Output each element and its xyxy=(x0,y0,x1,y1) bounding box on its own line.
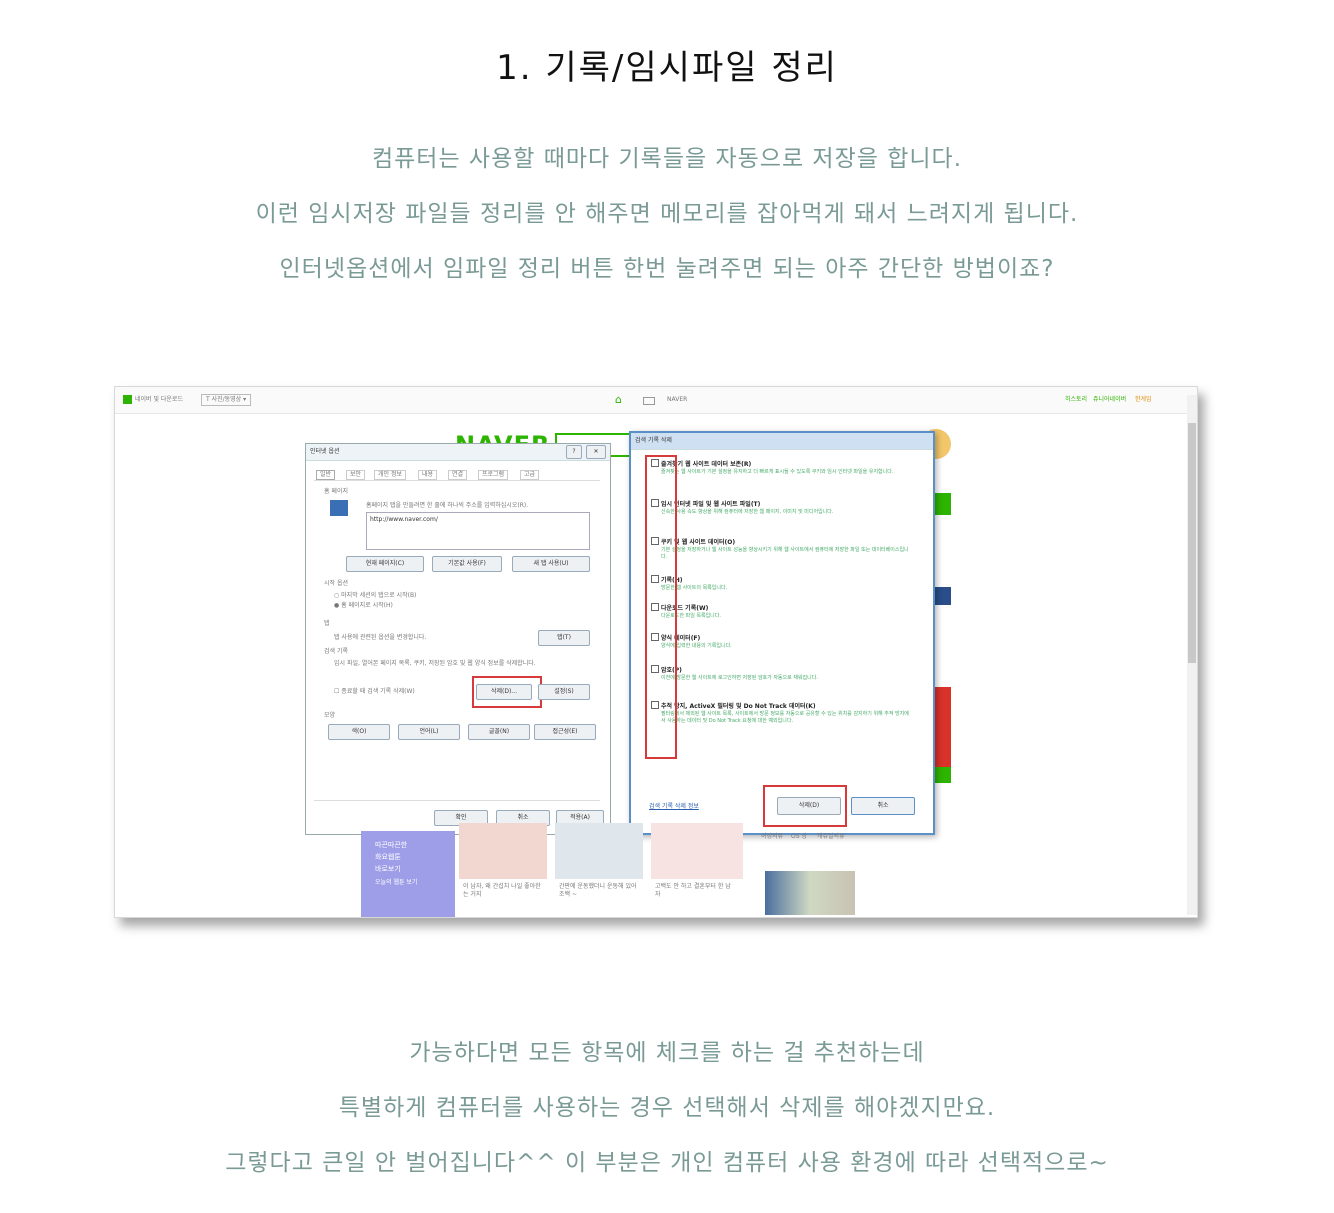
tabs-label: 탭 xyxy=(324,620,330,627)
current-page-button[interactable]: 현재 페이지(C) xyxy=(346,556,424,572)
tab-advanced[interactable]: 고급 xyxy=(520,470,540,480)
promo-box[interactable]: 따끈따끈한 화요웹툰 바로보기 오늘의 웹툰 보기 xyxy=(361,831,455,917)
tabs-desc: 탭 사용에 관련된 옵션을 변경합니다. xyxy=(334,634,427,641)
webtoon-strip: 따끈따끈한 화요웹툰 바로보기 오늘의 웹툰 보기 이 남자, 왜 간섭치 나일… xyxy=(361,823,861,917)
toolbar-button[interactable]: T 사진/동영상 ▾ xyxy=(201,394,252,406)
dialog-title: 인터넷 옵션 xyxy=(310,448,340,455)
promo-line: 따끈따끈한 xyxy=(375,841,408,849)
naver-favicon-icon xyxy=(123,395,132,404)
promo-line: 화요웹툰 xyxy=(375,853,401,861)
help-button[interactable]: ? xyxy=(566,445,582,459)
intro-paragraph: 컴퓨터는 사용할 때마다 기록들을 자동으로 저장을 합니다. 이런 임시저장 … xyxy=(0,132,1334,297)
outro-line: 특별하게 컴퓨터를 사용하는 경우 선택해서 삭제를 해야겠지만요. xyxy=(338,1095,996,1121)
accessibility-button[interactable]: 접근성(E) xyxy=(534,724,596,740)
intro-line: 컴퓨터는 사용할 때마다 기록들을 자동으로 저장을 합니다. xyxy=(371,146,963,172)
house-icon xyxy=(330,500,348,516)
highlight-box xyxy=(472,676,542,708)
cancel-button[interactable]: 취소 xyxy=(851,797,915,815)
history-desc: 임시 파일, 열어본 페이지 목록, 쿠키, 저장된 암호 및 웹 양식 정보를… xyxy=(334,660,536,667)
home-icon[interactable]: ⌂ xyxy=(615,394,622,406)
item-desc: 즐겨찾는 웹 사이트가 기본 설정을 유지하고 더 빠르게 표시될 수 있도록 … xyxy=(661,469,894,475)
webtoon-thumbnail[interactable] xyxy=(459,823,547,879)
tab-connections[interactable]: 연결 xyxy=(448,470,468,480)
screenshot-figure: 네이버 및 다운로드 T 사진/동영상 ▾ ⌂ NAVER 히스토리 쥬니어네이… xyxy=(114,386,1198,918)
tab-privacy[interactable]: 개인 정보 xyxy=(374,470,406,480)
tab-general[interactable]: 일반 xyxy=(316,470,336,480)
delete-history-info-link[interactable]: 검색 기록 삭제 정보 xyxy=(649,803,699,811)
internet-options-dialog: 인터넷 옵션 ? ✕ 일반 보안 개인 정보 내용 연결 프로그램 고급 홈 페… xyxy=(305,443,611,835)
startup-option[interactable]: ● 홈 페이지로 시작(H) xyxy=(334,602,393,610)
intro-line: 인터넷옵션에서 임파일 정리 버튼 한번 눌려주면 되는 아주 간단한 방법이죠… xyxy=(279,256,1055,282)
startup-option-label: 마지막 세션의 탭으로 시작(B) xyxy=(341,592,417,599)
fonts-button[interactable]: 글꼴(N) xyxy=(468,724,530,740)
dialog-titlebar: 검색 기록 삭제 xyxy=(631,433,933,450)
item-label: 추적 방지, ActiveX 필터링 및 Do Not Track 데이터(K) xyxy=(661,703,816,710)
outro-paragraph: 가능하다면 모든 항목에 체크를 하는 걸 추천하는데 특별하게 컴퓨터를 사용… xyxy=(0,1026,1334,1191)
webtoon-caption: 간판에 운동했더니 운동해 있어 조백 ~ xyxy=(559,883,637,898)
checkbox-highlight xyxy=(645,455,677,759)
history-label: 검색 기록 xyxy=(324,648,348,655)
promo-sub: 오늘의 웹툰 보기 xyxy=(375,879,418,886)
home-page-input[interactable]: http://www.naver.com/ xyxy=(366,512,590,550)
delete-history-dialog: 검색 기록 삭제 즐겨찾기 웹 사이트 데이터 보존(R) 즐겨찾는 웹 사이트… xyxy=(629,431,935,835)
tabs-button[interactable]: 탭(T) xyxy=(538,630,590,646)
home-page-label: 홈 페이지 xyxy=(324,488,348,495)
shop-tab[interactable]: 여성의류 xyxy=(761,833,783,841)
scrollbar[interactable] xyxy=(1187,395,1197,915)
shop-thumbnails[interactable] xyxy=(765,871,855,915)
webtoon-thumbnail[interactable] xyxy=(651,823,743,879)
dialog-titlebar: 인터넷 옵션 ? ✕ xyxy=(306,444,610,461)
webtoon-caption: 이 남자, 왜 간섭치 나일 좋아한는 거지 xyxy=(463,883,541,898)
shop-tab[interactable]: OS 상 xyxy=(791,833,807,841)
colors-button[interactable]: 색(O) xyxy=(328,724,390,740)
startup-option-label: 홈 페이지로 시작(H) xyxy=(341,602,393,609)
startup-label: 시작 옵션 xyxy=(324,580,348,587)
tab-programs[interactable]: 프로그램 xyxy=(478,470,509,480)
page-title: 1. 기록/임시파일 정리 xyxy=(496,48,838,88)
languages-button[interactable]: 언어(L) xyxy=(398,724,460,740)
divider xyxy=(314,800,600,801)
settings-button[interactable]: 설정(S) xyxy=(538,684,590,700)
startup-option[interactable]: ○ 마지막 세션의 탭으로 시작(B) xyxy=(334,592,416,600)
item-desc: 신속한 사용 속도 향상을 위해 컴퓨터에 저장한 웹 페이지, 이미지 및 미… xyxy=(661,509,834,515)
intro-line: 이런 임시저장 파일들 정리를 안 해주면 메모리를 잡아먹게 돼서 느려지게 … xyxy=(255,201,1079,227)
item-desc: 기본 설정을 저장하거나 웹 사이트 성능을 향상시키기 위해 웹 사이트에서 … xyxy=(661,547,909,560)
tab-content[interactable]: 내용 xyxy=(418,470,438,480)
outro-line: 가능하다면 모든 항목에 체크를 하는 걸 추천하는데 xyxy=(409,1040,925,1066)
home-page-url: http://www.naver.com/ xyxy=(370,516,438,523)
close-button[interactable]: ✕ xyxy=(586,445,606,459)
history-checkbox[interactable]: ☐ 종료할 때 검색 기록 삭제(W) xyxy=(334,688,415,696)
tab-icon[interactable] xyxy=(643,397,655,405)
shop-tab[interactable]: 캐쥬얼의류 xyxy=(817,833,845,841)
appearance-label: 모양 xyxy=(324,712,336,719)
top-link[interactable]: 히스토리 xyxy=(1065,396,1087,404)
top-link[interactable]: 쥬니어네이버 xyxy=(1093,396,1126,404)
default-button[interactable]: 기본값 사용(F) xyxy=(432,556,502,572)
top-link[interactable]: 한게임 xyxy=(1135,396,1152,404)
item-desc: 이전에 방문한 웹 사이트에 로그인하면 저장된 암호가 자동으로 채워집니다. xyxy=(661,675,818,681)
history-checkbox-label: 종료할 때 검색 기록 삭제(W) xyxy=(341,688,415,695)
dialog-title: 검색 기록 삭제 xyxy=(635,437,672,444)
new-tab-button[interactable]: 새 탭 사용(U) xyxy=(512,556,590,572)
browser-toolbar: 네이버 및 다운로드 T 사진/동영상 ▾ ⌂ NAVER 히스토리 쥬니어네이… xyxy=(115,387,1197,414)
webtoon-caption: 고백도 안 하고 결혼부터 한 남자 xyxy=(655,883,731,898)
outro-line: 그렇다고 큰일 안 벌어집니다^^ 이 부분은 개인 컴퓨터 사용 환경에 따라… xyxy=(225,1150,1109,1176)
toolbar-text: 네이버 및 다운로드 xyxy=(135,396,183,403)
tab-security[interactable]: 보안 xyxy=(346,470,366,480)
webtoon-thumbnail[interactable] xyxy=(555,823,643,879)
highlight-box xyxy=(763,785,847,827)
scrollbar-thumb[interactable] xyxy=(1188,423,1196,663)
divider xyxy=(314,480,600,481)
home-page-desc: 홈페이지 탭을 만들려면 한 줄에 하나씩 주소를 입력하십시오(R). xyxy=(366,502,529,509)
address-text: NAVER xyxy=(667,396,688,403)
item-desc: 필터링에서 제외된 웹 사이트 목록, 사이트에서 방문 정보를 자동으로 공유… xyxy=(661,711,909,724)
promo-line: 바로보기 xyxy=(375,865,401,873)
